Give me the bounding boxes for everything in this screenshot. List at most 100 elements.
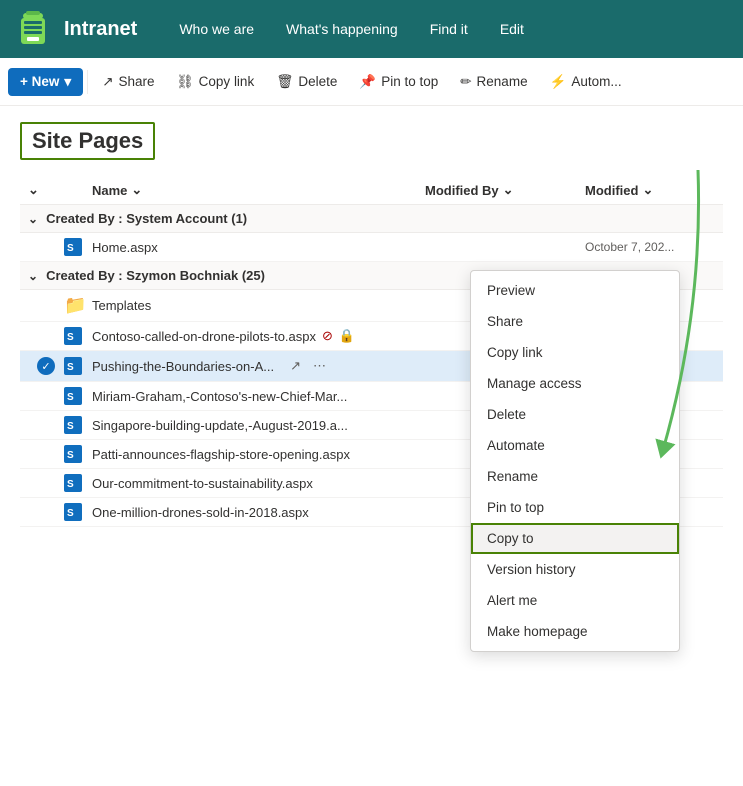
file-name: Miriam-Graham,-Contoso's-new-Chief-Mar..…: [92, 389, 347, 404]
ctx-make-homepage[interactable]: Make homepage: [471, 616, 679, 647]
header-check[interactable]: ⌄: [28, 182, 64, 198]
svg-text:S: S: [67, 243, 74, 254]
ctx-version-history[interactable]: Version history: [471, 554, 679, 585]
pin-icon: 📌: [359, 74, 376, 90]
page-title: Site Pages: [20, 122, 155, 160]
modified-col-label: Modified: [585, 183, 638, 198]
rename-icon: ✏: [460, 74, 471, 90]
ctx-alert-me[interactable]: Alert me: [471, 585, 679, 616]
app-logo: [12, 8, 54, 50]
group-system-account: ⌄ Created By : System Account (1): [20, 205, 723, 233]
share-inline-button[interactable]: ↗: [286, 356, 305, 376]
file-name: Templates: [92, 298, 151, 313]
ctx-preview[interactable]: Preview: [471, 275, 679, 306]
modby-col-label: Modified By: [425, 183, 499, 198]
header-modby-col[interactable]: Modified By ⌄: [425, 182, 585, 198]
ctx-manage-access[interactable]: Manage access: [471, 368, 679, 399]
toolbar-divider-1: [87, 70, 88, 94]
nav-links: Who we are What's happening Find it Edit: [165, 13, 731, 45]
ctx-share-label: Share: [487, 314, 523, 329]
ctx-rename-label: Rename: [487, 469, 538, 484]
ctx-pin-to-top[interactable]: Pin to top: [471, 492, 679, 523]
share-label: Share: [119, 74, 155, 89]
svg-text:S: S: [67, 392, 74, 403]
delete-label: Delete: [298, 74, 337, 89]
file-name-cell: Our-commitment-to-sustainability.aspx: [92, 476, 425, 491]
new-dropdown-icon: ▾: [64, 74, 71, 90]
ctx-copy-to-label: Copy to: [487, 531, 534, 546]
header-name-col[interactable]: Name ⌄: [92, 182, 425, 198]
file-name: Our-commitment-to-sustainability.aspx: [92, 476, 313, 491]
share-button[interactable]: ↗ Share: [92, 68, 164, 96]
warning-badge-icon: 🔒: [339, 328, 355, 344]
name-sort-icon: ⌄: [131, 182, 142, 198]
icon-cell: S: [64, 238, 92, 256]
top-nav: Intranet Who we are What's happening Fin…: [0, 0, 743, 58]
modified-sort-icon: ⌄: [642, 182, 653, 198]
file-name-cell: One-million-drones-sold-in-2018.aspx: [92, 505, 425, 520]
file-name-cell: Patti-announces-flagship-store-opening.a…: [92, 447, 425, 462]
new-button[interactable]: + New ▾: [8, 68, 83, 96]
icon-cell: S: [64, 503, 92, 521]
ctx-automate-label: Automate: [487, 438, 545, 453]
ctx-copylink-label: Copy link: [487, 345, 543, 360]
ctx-preview-label: Preview: [487, 283, 535, 298]
file-name-cell: Pushing-the-Boundaries-on-A... ↗ ⋯: [92, 356, 425, 376]
file-name-cell: Miriam-Graham,-Contoso's-new-Chief-Mar..…: [92, 389, 425, 404]
copylink-button[interactable]: ⛓ Copy link: [167, 68, 265, 96]
nav-edit[interactable]: Edit: [486, 13, 538, 45]
file-name: Pushing-the-Boundaries-on-A...: [92, 359, 274, 374]
icon-cell: S: [64, 327, 92, 345]
ctx-version-history-label: Version history: [487, 562, 576, 577]
sharepoint-file-icon: S: [64, 416, 82, 434]
automate-button[interactable]: ⚡ Autom...: [540, 68, 632, 96]
svg-text:S: S: [67, 332, 74, 343]
svg-text:S: S: [67, 421, 74, 432]
group-chevron-icon[interactable]: ⌄: [28, 212, 38, 226]
nav-find-it[interactable]: Find it: [416, 13, 482, 45]
error-badge-icon: ⊘: [322, 328, 333, 344]
file-name: One-million-drones-sold-in-2018.aspx: [92, 505, 309, 520]
ctx-share[interactable]: Share: [471, 306, 679, 337]
file-name: Patti-announces-flagship-store-opening.a…: [92, 447, 350, 462]
ctx-automate-arrow-icon: ›: [659, 438, 664, 453]
group2-chevron-icon[interactable]: ⌄: [28, 269, 38, 283]
ctx-copy-to[interactable]: Copy to: [471, 523, 679, 554]
copylink-label: Copy link: [199, 74, 255, 89]
folder-icon: 📁: [64, 295, 86, 316]
svg-text:S: S: [67, 508, 74, 519]
pin-button[interactable]: 📌 Pin to top: [349, 68, 448, 96]
file-name-cell: Templates: [92, 298, 425, 313]
icon-cell: 📁: [64, 295, 92, 316]
ctx-delete[interactable]: Delete: [471, 399, 679, 430]
header-modified-col[interactable]: Modified ⌄: [585, 182, 715, 198]
automate-label: Autom...: [571, 74, 621, 89]
automate-icon: ⚡: [550, 74, 567, 90]
more-inline-button[interactable]: ⋯: [309, 356, 330, 376]
pin-label: Pin to top: [381, 74, 438, 89]
modified-cell: October 7, 202...: [585, 240, 715, 254]
svg-text:S: S: [67, 450, 74, 461]
file-name: Singapore-building-update,-August-2019.a…: [92, 418, 348, 433]
file-name-cell: Home.aspx: [92, 240, 425, 255]
name-col-label: Name: [92, 183, 127, 198]
file-row[interactable]: S Home.aspx October 7, 202...: [20, 233, 723, 262]
ctx-alert-me-label: Alert me: [487, 593, 537, 608]
nav-whats-happening[interactable]: What's happening: [272, 13, 412, 45]
file-name: Home.aspx: [92, 240, 158, 255]
check-cell[interactable]: ✓: [28, 357, 64, 375]
file-name: Contoso-called-on-drone-pilots-to.aspx: [92, 329, 316, 344]
sharepoint-file-icon: S: [64, 238, 82, 256]
sharepoint-file-icon: S: [64, 327, 82, 345]
nav-who-we-are[interactable]: Who we are: [165, 13, 268, 45]
ctx-rename[interactable]: Rename: [471, 461, 679, 492]
group2-label: Created By : Szymon Bochniak (25): [46, 268, 265, 283]
app-title: Intranet: [64, 18, 137, 41]
modby-sort-icon: ⌄: [503, 182, 514, 198]
ctx-copylink[interactable]: Copy link: [471, 337, 679, 368]
delete-button[interactable]: 🗑 Delete: [266, 68, 347, 96]
ctx-delete-label: Delete: [487, 407, 526, 422]
ctx-automate[interactable]: Automate ›: [471, 430, 679, 461]
copylink-icon: ⛓: [177, 74, 194, 90]
rename-button[interactable]: ✏ Rename: [450, 68, 537, 96]
